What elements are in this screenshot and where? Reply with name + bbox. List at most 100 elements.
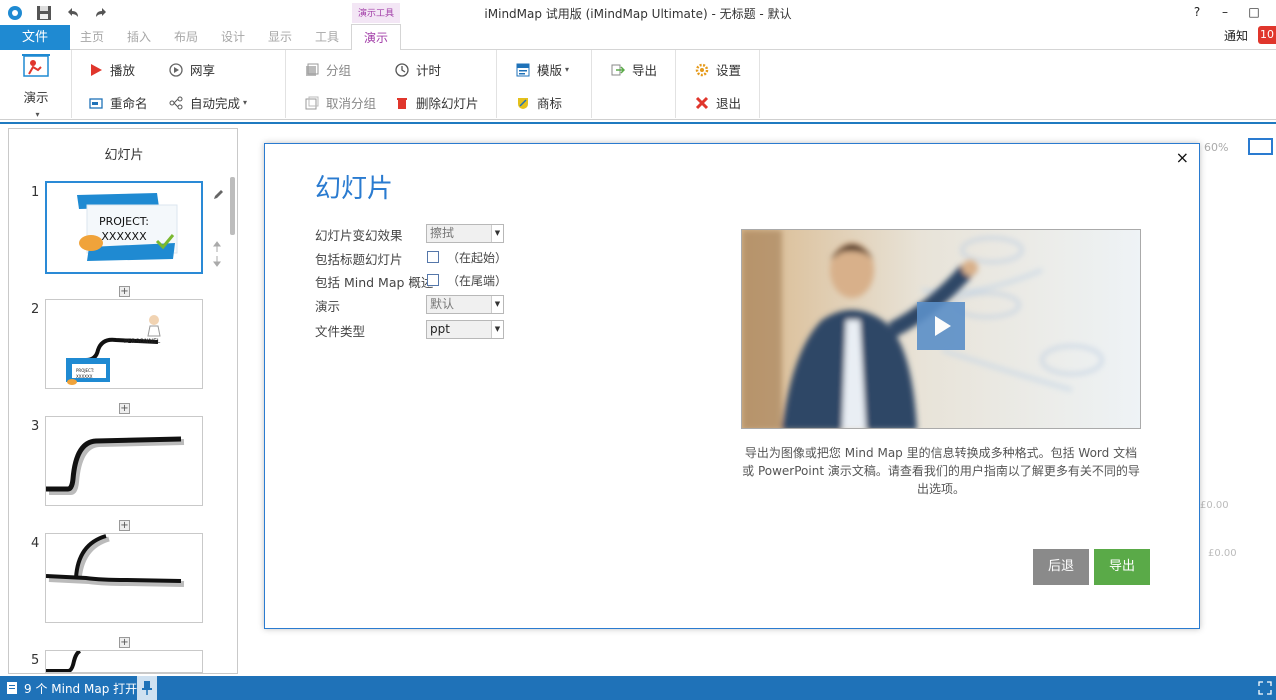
open-maps-count[interactable]: 9 个 Mind Map 打开 [24,680,137,697]
add-slide-button[interactable]: + [119,637,130,648]
tab-insert[interactable]: 插入 [127,28,151,45]
group-label: 分组 [326,63,352,78]
ribbon-group-settings: 设置 退出 [676,50,760,118]
brand-button[interactable]: 商标 [515,93,562,112]
export-description: 导出为图像或把您 Mind Map 里的信息转换成多种格式。包括 Word 文档… [742,446,1140,496]
trash-icon [394,95,410,111]
ungroup-button[interactable]: 取消分组 [304,93,376,112]
chevron-down-icon: ▾ [35,110,40,119]
export-icon [610,62,626,78]
export-button[interactable]: 导出 [1094,549,1150,585]
tab-file[interactable]: 文件 [0,25,70,50]
pin-button[interactable] [137,676,157,700]
slide-2-mini-subtitle: XXXXXX [76,374,93,379]
tab-view[interactable]: 显示 [268,28,292,45]
export-ribbon-button[interactable]: 导出 [610,60,657,79]
add-slide-button[interactable]: + [119,520,130,531]
chevron-down-icon: ▾ [243,98,248,107]
file-type-value: ppt [430,322,450,336]
title-bar: 演示工具 iMindMap 试用版 (iMindMap Ultimate) - … [0,0,1276,26]
present-mode-select[interactable]: 默认 ▼ [426,295,504,314]
document-icon [6,681,18,698]
notification-badge[interactable]: 10 [1258,26,1276,44]
slide-thumb-3[interactable] [45,416,203,506]
play-icon [88,62,104,78]
overview-label: 包括 Mind Map 概述 [315,275,434,290]
tutorial-video[interactable] [741,229,1141,429]
view-toggle-button[interactable] [1248,138,1273,155]
play-button[interactable]: 播放 [88,60,135,79]
slide-number: 5 [31,653,40,668]
slides-export-dialog: × 幻灯片 幻灯片变幻效果 擦拭 ▼ 包括标题幻灯片 （在起始） 包括 Mind… [264,143,1200,629]
slide-2-mini-title: PROJECT: [76,368,95,373]
close-dialog-button[interactable]: × [1176,148,1189,167]
tab-tools[interactable]: 工具 [315,28,339,45]
play-icon [935,316,951,336]
present-mode-value: 默认 [430,297,455,311]
close-icon [694,95,710,111]
present-button[interactable]: 演示 ▾ [14,52,58,119]
slide-thumb-2[interactable]: PERSONNEL PROJECT: XXXXXX [45,299,203,389]
pin-icon [141,680,153,699]
autocomplete-button[interactable]: 自动完成 ▾ [168,93,247,112]
overview-note: （在尾端） [447,274,508,288]
fullscreen-icon[interactable] [1258,681,1272,698]
rename-label: 重命名 [110,96,148,111]
edit-pencil-icon[interactable] [212,189,224,204]
reorder-arrows-icon[interactable] [212,241,222,270]
slide-thumb-5[interactable] [45,650,203,673]
add-slide-button[interactable]: + [119,403,130,414]
canvas-value: £0.00 [1200,500,1229,511]
rename-button[interactable]: 重命名 [88,93,148,112]
window-title: iMindMap 试用版 (iMindMap Ultimate) - 无标题 -… [484,7,792,21]
settings-button[interactable]: 设置 [694,60,741,79]
slide-4-graphic [46,534,185,587]
title-slide-checkbox[interactable] [427,251,439,263]
add-slide-button[interactable]: + [119,286,130,297]
slide-5-graphic [46,651,82,672]
canvas-value: £0.00 [1208,548,1237,559]
present-label: 演示 [23,90,49,105]
play-label: 播放 [110,63,136,78]
tab-design[interactable]: 设计 [221,28,245,45]
tab-present[interactable]: 演示 [351,24,401,51]
back-button[interactable]: 后退 [1033,549,1089,585]
timer-button[interactable]: 计时 [394,60,441,79]
ribbon-group-slides: 分组 计时 取消分组 删除幻灯片 [286,50,497,118]
chevron-down-icon: ▼ [491,321,503,338]
share-button[interactable]: 网享 [168,60,215,79]
timer-label: 计时 [416,63,442,78]
transition-select[interactable]: 擦拭 ▼ [426,224,504,243]
exit-label: 退出 [716,96,742,111]
template-button[interactable]: 模版 ▾ [515,60,569,79]
zoom-level[interactable]: 60% [1204,141,1228,154]
tab-layout[interactable]: 布局 [174,28,198,45]
minimize-button[interactable]: – [1213,3,1237,21]
notifications-label[interactable]: 通知 [1224,27,1248,44]
file-type-select[interactable]: ppt ▼ [426,320,504,339]
slide-number: 1 [31,185,40,200]
share-play-icon [168,62,184,78]
maximize-button[interactable]: □ [1242,3,1266,21]
slide-thumb-4[interactable] [45,533,203,623]
file-type-label: 文件类型 [315,324,366,339]
slide-number: 4 [31,536,40,551]
dialog-title: 幻灯片 [315,174,394,204]
help-button[interactable]: ? [1185,3,1209,21]
overview-checkbox[interactable] [427,274,439,286]
slides-scrollbar[interactable] [230,177,235,235]
ribbon-group-template: 模版 ▾ 商标 [497,50,592,118]
exit-button[interactable]: 退出 [694,93,741,112]
tab-home[interactable]: 主页 [80,28,104,45]
delete-slide-button[interactable]: 删除幻灯片 [394,93,479,112]
slide-thumb-1[interactable]: PROJECT: XXXXXX [45,181,203,274]
slide-number: 3 [31,419,40,434]
group-button[interactable]: 分组 [304,60,351,79]
title-slide-label: 包括标题幻灯片 [315,252,403,267]
ribbon-group-playback: 播放 网享 重命名 自动完成 ▾ [72,50,286,118]
ribbon-toolbar: 演示 ▾ 播放 网享 重命名 自动完成 ▾ 分组 计时 取消分组 删除幻灯片 模… [0,50,1276,120]
ungroup-label: 取消分组 [326,96,377,111]
autocomplete-label: 自动完成 [190,96,241,111]
brand-label: 商标 [537,96,563,111]
play-video-button[interactable] [917,302,965,350]
